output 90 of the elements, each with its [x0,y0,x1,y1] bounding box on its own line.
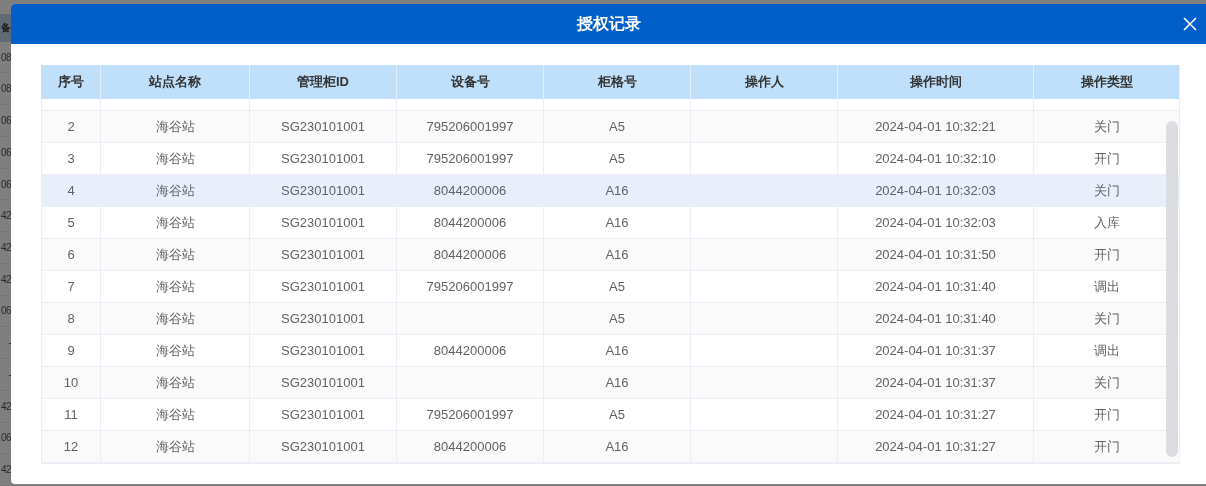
table-cell: 海谷站 [155,117,195,136]
table-cell: SG230101001 [281,407,365,422]
background-table-header: 备 [0,14,11,42]
table-cell: A16 [605,183,629,198]
table-cell: 海谷站 [155,309,195,328]
table-cell: 4 [67,183,75,198]
table-cell: 2024-04-01 10:32:03 [875,183,996,198]
table-cell: SG230101001 [281,247,365,262]
table-cell: 海谷站 [155,373,195,392]
table-cell: 8 [67,311,75,326]
table-cell: 海谷站 [155,277,195,296]
table-cell: A16 [605,247,629,262]
table-cell: 关门 [1093,117,1120,136]
table-cell: 入库 [1093,213,1120,232]
table-row[interactable]: 7 海谷站 SG230101001 795206001997 A5 2024-04-01 10:31:40 调出 [41,271,1179,303]
table-row[interactable]: 10 海谷站 SG230101001 A16 2024-04-01 10:31:37 关门 [41,367,1179,399]
table-cell: 795206001997 [426,279,514,294]
table-cell: 开门 [1093,245,1120,264]
table-cell: SG230101001 [281,215,365,230]
table-cell: 8044200006 [433,439,507,454]
table-cell: 11 [64,407,78,422]
table-cell: 2024-04-01 10:32:21 [875,119,996,134]
table-cell: 2024-04-01 10:31:50 [875,247,996,262]
table-cell: 海谷站 [155,181,195,200]
table-cell: 7 [67,279,75,294]
table-cell: 2 [67,119,75,134]
table-cell: 2024-04-01 10:32:10 [875,151,996,166]
table-cell: A5 [609,151,625,166]
table-cell: 3 [67,151,75,166]
table-cell: 795206001997 [426,119,514,134]
table-cell: 5 [67,215,75,230]
table-cell: A16 [605,375,629,390]
table-cell: SG230101001 [281,311,365,326]
table-cell: 795206001997 [426,407,514,422]
table-cell: 8044200006 [433,183,507,198]
table-cell: 海谷站 [155,245,195,264]
table-row[interactable]: 9 海谷站 SG230101001 8044200006 A16 2024-04-01 10:31:37 调出 [41,335,1179,367]
table-cell: SG230101001 [281,439,365,454]
table-cell: 关门 [1093,309,1120,328]
table-cell: 10 [63,375,79,390]
table-cell: SG230101001 [281,151,365,166]
table-cell: 2024-04-01 10:32:03 [875,215,996,230]
table-cell: 8044200006 [433,343,507,358]
table-cell: 调出 [1093,277,1120,296]
table-cell: 开门 [1093,149,1120,168]
table-cell: 2024-04-01 10:31:40 [875,311,996,326]
table-cell: 8044200006 [433,215,507,230]
table-cell: A16 [605,343,629,358]
table-cell: 2024-04-01 10:31:40 [875,279,996,294]
table-cell: 关门 [1093,181,1120,200]
table-cell: 开门 [1093,437,1120,456]
table-cell: 795206001997 [426,151,514,166]
table-row[interactable]: 4 海谷站 SG230101001 8044200006 A16 2024-04-01 10:32:03 关门 [41,175,1179,207]
table-cell: SG230101001 [281,343,365,358]
table-row[interactable]: 11 海谷站 SG230101001 795206001997 A5 2024-04-01 10:31:27 开门 [41,399,1179,431]
table-row[interactable]: 3 海谷站 SG230101001 795206001997 A5 2024-04-01 10:32:10 开门 [41,143,1179,175]
table-row[interactable]: 8 海谷站 SG230101001 A5 2024-04-01 10:31:40 关门 [41,303,1179,335]
table-cell: 6 [67,247,75,262]
table-cell: A5 [609,407,625,422]
scrollbar[interactable] [1166,121,1178,457]
table-cell: 海谷站 [155,213,195,232]
table-cell: 海谷站 [155,341,195,360]
table-cell: SG230101001 [281,119,365,134]
table-cell: SG230101001 [281,183,365,198]
table-cell: SG230101001 [281,279,365,294]
table-cell: 2024-04-01 10:31:27 [875,439,996,454]
table-cell: 2024-04-01 10:31:37 [875,343,996,358]
table-cell: 2024-04-01 10:31:37 [875,375,996,390]
table-cell: 海谷站 [155,149,195,168]
table-cell: 海谷站 [155,405,195,424]
table-cell: 关门 [1093,373,1120,392]
table-cell: 9 [67,343,75,358]
table-row[interactable]: 5 海谷站 SG230101001 8044200006 A16 2024-04-01 10:32:03 入库 [41,207,1179,239]
table-cell: 海谷站 [155,437,195,456]
table-cell: 2024-04-01 10:31:27 [875,407,996,422]
table-cell: A5 [609,119,625,134]
table-row[interactable]: 12 海谷站 SG230101001 8044200006 A16 2024-04-01 10:31:27 开门 [41,431,1179,463]
table-cell: A5 [609,279,625,294]
table-cell: A5 [609,311,625,326]
table-row[interactable]: 6 海谷站 SG230101001 8044200006 A16 2024-04-01 10:31:50 开门 [41,239,1179,271]
table-cell: 8044200006 [433,247,507,262]
table-cell: 调出 [1093,341,1120,360]
table-cell: SG230101001 [281,375,365,390]
close-icon[interactable] [1183,17,1197,31]
table-cell: 12 [63,439,79,454]
table-cell: A16 [605,439,629,454]
table-cell: 开门 [1093,405,1120,424]
dialog-title: 授权记录 [576,13,641,34]
table-row[interactable]: 2 海谷站 SG230101001 795206001997 A5 2024-04-01 10:32:21 关门 [41,111,1179,143]
table-cell: A16 [605,215,629,230]
